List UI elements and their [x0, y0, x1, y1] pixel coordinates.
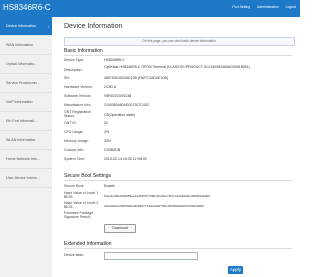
- sidebar-item-label: Home Network Info...: [6, 157, 40, 161]
- download-button[interactable]: Download: [104, 224, 136, 233]
- info-label: ONT Registration Status:: [64, 110, 91, 119]
- sidebar-item-label: Service Provisionin...: [6, 81, 40, 85]
- sidebar-item-eth-port-information[interactable]: Eth Port Informati...: [0, 112, 52, 131]
- info-label: Device alias:: [64, 253, 84, 257]
- info-value: 4857544332DAE10B (HWTC32DAE10B): [104, 76, 169, 80]
- info-value: 2C9D.A: [104, 85, 117, 89]
- sidebar-item-label: User Device Inform...: [6, 176, 40, 180]
- info-value: HS8346R6-C: [104, 58, 125, 62]
- chevron-right-icon: ›: [47, 24, 49, 29]
- section-divider: [64, 180, 292, 181]
- info-value: V5R022C00S138: [104, 94, 132, 98]
- page-title: Device Information: [64, 23, 123, 30]
- sidebar-item-home-network-information[interactable]: Home Network Info...: [0, 150, 52, 169]
- info-label: SN:: [64, 76, 70, 80]
- info-value: Enable: [104, 184, 115, 188]
- info-label: Hash Value of Level-2 BIOS:: [64, 201, 99, 210]
- info-label: Device Type:: [64, 58, 85, 62]
- apply-button[interactable]: Apply: [228, 266, 243, 274]
- info-value: 33%: [104, 139, 112, 143]
- device-alias-input[interactable]: [104, 252, 198, 260]
- section-divider: [64, 55, 292, 56]
- info-label: Memory Usage:: [64, 139, 89, 143]
- sidebar-item-user-device-information[interactable]: User Device Inform...: [0, 169, 52, 188]
- info-value: 20e00f4dcc0504fa2bd9c5507373ab4b0d7f32c2…: [104, 204, 204, 208]
- info-value: 2%: [104, 130, 110, 134]
- basic-information-title: Basic Information: [64, 48, 103, 54]
- sidebar-item-voip-information[interactable]: VoIP Information: [0, 93, 52, 112]
- top-nav: Port Setting Administration Logout: [232, 5, 296, 9]
- sidebar-item-label: WAN Information: [6, 43, 34, 47]
- info-value: 2150083460AG00720TC40Z: [104, 103, 149, 107]
- info-value: COMMON: [104, 148, 121, 152]
- top-bar: HS8346R6-C Port Setting Administration L…: [0, 0, 300, 17]
- info-label: Custom Info:: [64, 148, 84, 152]
- sidebar-item-label: WLAN Information: [6, 138, 36, 142]
- administration-link[interactable]: Administration: [257, 5, 278, 9]
- info-value: 31: [104, 121, 108, 125]
- sidebar-item-label: Device Information: [6, 24, 36, 28]
- port-setting-link[interactable]: Port Setting: [232, 5, 250, 9]
- info-label: System Time:: [64, 157, 86, 161]
- sidebar-item-label: Eth Port Informati...: [6, 119, 37, 123]
- info-value: 5de11e38e05a0656ee11e5d597796013c20be7f6…: [104, 194, 210, 198]
- info-label: ONT ID:: [64, 121, 77, 125]
- sidebar-item-label: VoIP Information: [6, 100, 33, 104]
- info-value: 2015-02-14 15:32:11+08:00: [104, 157, 148, 161]
- sidebar: Device Information › WAN Information Opti…: [0, 17, 52, 277]
- info-label: CPU Usage:: [64, 130, 84, 134]
- device-name: HS8346R6-C: [3, 3, 51, 12]
- secure-boot-title: Secure Boot Settings: [64, 173, 111, 179]
- logout-link[interactable]: Logout: [286, 5, 296, 9]
- info-label: Hardware Version:: [64, 85, 93, 89]
- extended-information-title: Extended Information: [64, 241, 112, 247]
- info-value: O5(Operation state): [104, 113, 135, 117]
- info-label: Firmware Package Signature Result:: [64, 211, 94, 220]
- info-value: OptiXstar HS8346R6-C GPON Terminal (CLAS…: [104, 65, 250, 69]
- main-content: Device Information On this page, you can…: [58, 17, 296, 277]
- sidebar-item-service-provisioning[interactable]: Service Provisionin...: [0, 74, 52, 93]
- sidebar-item-optical-information[interactable]: Optical Informatio...: [0, 55, 52, 74]
- info-label: Description:: [64, 68, 83, 72]
- info-label: Manufacture Info:: [64, 103, 92, 107]
- page-note: On this page, you can view basic device …: [64, 37, 295, 46]
- sidebar-item-label: Optical Informatio...: [6, 62, 38, 66]
- info-label: Hash Value of Level-1 BIOS:: [64, 191, 99, 200]
- sidebar-item-wan-information[interactable]: WAN Information: [0, 36, 52, 55]
- info-label: Secure Boot:: [64, 184, 85, 188]
- section-divider: [64, 248, 292, 249]
- info-label: Software Version:: [64, 94, 92, 98]
- sidebar-item-device-information[interactable]: Device Information ›: [0, 17, 52, 36]
- sidebar-item-wlan-information[interactable]: WLAN Information: [0, 131, 52, 150]
